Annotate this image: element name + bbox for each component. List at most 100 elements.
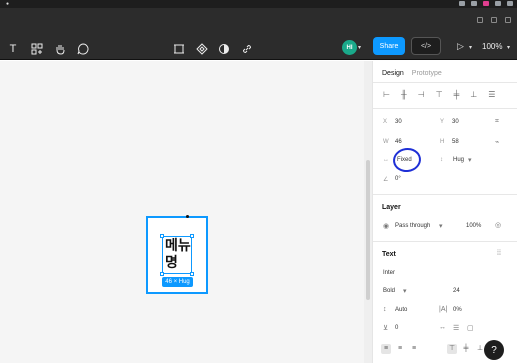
wifi-icon[interactable] [495, 1, 501, 6]
font-weight-select[interactable]: Bold [383, 288, 395, 294]
zoom-level[interactable]: 100% [482, 42, 502, 51]
h-field[interactable]: 58 [452, 139, 459, 145]
resize-icon: ↔ [383, 157, 389, 163]
frame-anchor-dot [186, 215, 189, 218]
battery-icon[interactable] [507, 1, 513, 6]
chevron-down-icon[interactable]: ▾ [439, 222, 443, 230]
link-icon[interactable] [239, 41, 255, 57]
crop-frame-icon[interactable] [171, 41, 187, 57]
align-text-center-icon[interactable]: ≡ [395, 344, 405, 354]
text-styles-icon[interactable]: ⁞⁞ [497, 250, 501, 257]
auto-width-icon[interactable]: ↔ [439, 324, 446, 331]
paragraph-spacing-icon: ⊻ [383, 325, 389, 332]
sidebar-icon[interactable] [491, 17, 497, 23]
selected-text-layer[interactable]: 메뉴 명 [162, 236, 192, 274]
components-tool-icon[interactable] [29, 41, 45, 57]
h-label: H [440, 139, 445, 145]
properties-panel: Design Prototype ⊢ ╫ ⊣ ⊤ ╪ ⊥ ☰ X 30 Y 30… [372, 61, 517, 363]
design-canvas[interactable] [0, 61, 364, 363]
tab-prototype[interactable]: Prototype [412, 70, 442, 77]
panel-tabs: Design Prototype [382, 70, 442, 77]
browser-bar [0, 8, 517, 38]
auto-height-icon[interactable]: ☰ [453, 324, 459, 332]
font-family-select[interactable]: Inter [383, 270, 395, 276]
divider [373, 241, 517, 242]
dev-mode-toggle[interactable]: </> [411, 37, 441, 55]
layer-section-title: Layer [382, 204, 401, 211]
distribute-icon[interactable]: ☰ [488, 90, 495, 99]
tab-design[interactable]: Design [382, 70, 404, 77]
text-layer-content: 메뉴 명 [165, 237, 191, 270]
scrollbar-thumb[interactable] [366, 160, 370, 300]
figma-window: ● T HI ▾ Share </> ▷ ▾ 100% ▾ 메뉴 명 46 × … [0, 0, 517, 363]
status-icon[interactable] [471, 1, 477, 6]
size-badge: 46 × Hug [162, 277, 193, 287]
resize-handle[interactable] [190, 272, 194, 276]
align-center-h-icon[interactable]: ╫ [401, 90, 407, 99]
browser-actions [477, 17, 511, 23]
valign-middle-icon[interactable]: ╪ [461, 344, 471, 354]
mac-menubar: ● [0, 0, 517, 8]
text-align-controls: ≡ ≡ ≡ ⊤ ╪ ⊥ [381, 344, 485, 354]
visibility-eye-icon[interactable]: ◎ [495, 221, 501, 229]
chevron-down-icon[interactable]: ▾ [469, 44, 472, 51]
align-left-icon[interactable]: ⊢ [383, 90, 390, 99]
status-icon[interactable] [459, 1, 465, 6]
divider [373, 108, 517, 109]
w-field[interactable]: 46 [395, 139, 402, 145]
lock-ratio-icon[interactable]: ⌁ [495, 138, 499, 146]
text-section-title: Text [382, 251, 396, 258]
help-button[interactable]: ? [484, 340, 504, 360]
align-bottom-icon[interactable]: ⊥ [470, 90, 477, 99]
user-avatar[interactable]: HI [342, 40, 357, 55]
apple-menu-icon[interactable]: ● [6, 0, 9, 8]
contrast-icon[interactable] [216, 41, 232, 57]
profile-icon[interactable] [505, 17, 511, 23]
x-field[interactable]: 30 [395, 119, 402, 125]
chevron-down-icon[interactable]: ▾ [358, 44, 361, 51]
divider [373, 194, 517, 195]
resize-handle[interactable] [160, 234, 164, 238]
blend-mode-select[interactable]: Pass through [395, 223, 430, 229]
resize-handle[interactable] [190, 234, 194, 238]
align-middle-icon[interactable]: ╪ [454, 90, 460, 99]
fixed-size-icon[interactable]: ▢ [467, 324, 474, 332]
align-top-icon[interactable]: ⊤ [436, 90, 443, 99]
x-label: X [383, 119, 388, 125]
y-label: Y [440, 119, 445, 125]
letter-spacing-field[interactable]: 0% [453, 307, 462, 313]
paragraph-spacing-field[interactable]: 0 [395, 325, 398, 331]
align-right-icon[interactable]: ⊣ [418, 90, 425, 99]
chevron-down-icon[interactable]: ▾ [507, 44, 510, 51]
y-field[interactable]: 30 [452, 119, 459, 125]
comment-tool-icon[interactable] [75, 41, 91, 57]
component-diamond-icon[interactable] [194, 41, 210, 57]
resize-icon: ↕ [440, 157, 443, 163]
status-icon[interactable] [483, 1, 489, 6]
chevron-down-icon[interactable]: ▾ [403, 287, 407, 295]
constraints-icon[interactable]: ⌗ [495, 118, 499, 126]
hand-tool-icon[interactable] [52, 41, 68, 57]
present-icon[interactable]: ▷ [457, 41, 464, 52]
w-label: W [383, 139, 389, 145]
text-tool-icon[interactable]: T [5, 41, 21, 57]
line-height-icon: ↕ [383, 306, 387, 313]
rotation-field[interactable]: 0° [395, 176, 401, 182]
align-text-right-icon[interactable]: ≡ [409, 344, 419, 354]
extensions-icon[interactable] [477, 17, 483, 23]
valign-top-icon[interactable]: ⊤ [447, 344, 457, 354]
height-mode-select[interactable]: Hug [453, 157, 464, 163]
line-height-field[interactable]: Auto [395, 307, 407, 313]
blend-mode-icon: ◉ [383, 223, 390, 230]
divider [373, 82, 517, 83]
align-text-left-icon[interactable]: ≡ [381, 344, 391, 354]
share-button[interactable]: Share [373, 37, 405, 55]
font-size-field[interactable]: 24 [453, 288, 460, 294]
letter-spacing-icon: |A| [439, 306, 448, 313]
alignment-toolbar: ⊢ ╫ ⊣ ⊤ ╪ ⊥ ☰ [383, 90, 495, 99]
chevron-down-icon[interactable]: ▾ [468, 156, 472, 164]
rotation-icon: ∠ [383, 177, 389, 183]
opacity-field[interactable]: 100% [466, 223, 481, 229]
resize-handle[interactable] [160, 272, 164, 276]
menubar-status-icons [459, 1, 513, 6]
